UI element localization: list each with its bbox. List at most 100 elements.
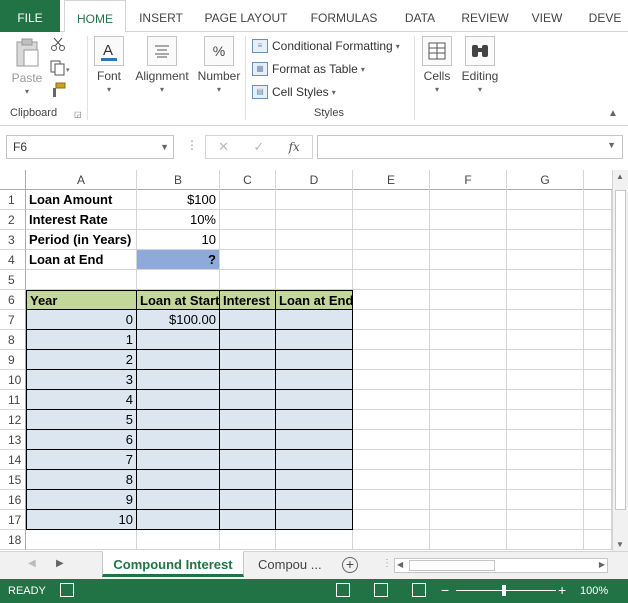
cell-g18[interactable] <box>507 530 584 550</box>
cell-a17[interactable]: 10 <box>26 510 137 530</box>
tab-insert[interactable]: INSERT <box>130 0 192 32</box>
cell-e7[interactable] <box>353 310 430 330</box>
dialog-launcher-icon[interactable]: ◲ <box>74 110 82 119</box>
cell-g2[interactable] <box>507 210 584 230</box>
column-header-g[interactable]: G <box>507 170 584 190</box>
font-button[interactable]: A Font ▾ <box>92 36 126 94</box>
zoom-out-icon[interactable]: − <box>441 582 449 598</box>
row-header-15[interactable]: 15 <box>0 470 26 490</box>
name-box[interactable]: F6 ▼ <box>6 135 174 159</box>
cell-c9[interactable] <box>220 350 276 370</box>
select-all-corner[interactable] <box>0 170 26 190</box>
row-header-13[interactable]: 13 <box>0 430 26 450</box>
cell-e11[interactable] <box>353 390 430 410</box>
cell-b18[interactable] <box>137 530 220 550</box>
cell-a16[interactable]: 9 <box>26 490 137 510</box>
cell-b8[interactable] <box>137 330 220 350</box>
cell-h5[interactable] <box>584 270 612 290</box>
cell-d6[interactable]: Loan at End <box>276 290 353 310</box>
cell-a4[interactable]: Loan at End <box>26 250 137 270</box>
row-header-2[interactable]: 2 <box>0 210 26 230</box>
cell-g15[interactable] <box>507 470 584 490</box>
zoom-level[interactable]: 100% <box>580 585 608 597</box>
cell-h13[interactable] <box>584 430 612 450</box>
cell-e2[interactable] <box>353 210 430 230</box>
zoom-in-icon[interactable]: + <box>558 582 566 598</box>
cell-h18[interactable] <box>584 530 612 550</box>
tab-formulas[interactable]: FORMULAS <box>304 0 384 32</box>
add-sheet-icon[interactable]: + <box>342 557 358 573</box>
chevron-down-icon[interactable]: ▼ <box>160 136 169 158</box>
alignment-button[interactable]: Alignment ▾ <box>132 36 192 94</box>
cell-d10[interactable] <box>276 370 353 390</box>
cell-e15[interactable] <box>353 470 430 490</box>
cell-c12[interactable] <box>220 410 276 430</box>
scroll-thumb[interactable] <box>615 190 626 510</box>
cell-h17[interactable] <box>584 510 612 530</box>
tab-file[interactable]: FILE <box>0 0 60 32</box>
cell-f5[interactable] <box>430 270 507 290</box>
cell-c11[interactable] <box>220 390 276 410</box>
cell-f7[interactable] <box>430 310 507 330</box>
tab-developer[interactable]: DEVE <box>582 0 628 32</box>
cell-g7[interactable] <box>507 310 584 330</box>
cell-g6[interactable] <box>507 290 584 310</box>
cell-h15[interactable] <box>584 470 612 490</box>
column-header-h[interactable] <box>584 170 612 190</box>
row-header-8[interactable]: 8 <box>0 330 26 350</box>
column-header-d[interactable]: D <box>276 170 353 190</box>
cell-e17[interactable] <box>353 510 430 530</box>
cell-b11[interactable] <box>137 390 220 410</box>
formula-input[interactable]: ▼ <box>317 135 623 159</box>
cell-c10[interactable] <box>220 370 276 390</box>
cell-a9[interactable]: 2 <box>26 350 137 370</box>
cell-g8[interactable] <box>507 330 584 350</box>
row-header-17[interactable]: 17 <box>0 510 26 530</box>
sheet-tab-2[interactable]: Compou ... <box>258 552 322 578</box>
column-header-f[interactable]: F <box>430 170 507 190</box>
cell-h11[interactable] <box>584 390 612 410</box>
cell-g14[interactable] <box>507 450 584 470</box>
cell-h12[interactable] <box>584 410 612 430</box>
row-header-16[interactable]: 16 <box>0 490 26 510</box>
cell-g12[interactable] <box>507 410 584 430</box>
copy-icon[interactable]: ▾ <box>50 60 72 79</box>
cell-h2[interactable] <box>584 210 612 230</box>
cell-d11[interactable] <box>276 390 353 410</box>
cell-c13[interactable] <box>220 430 276 450</box>
cell-d3[interactable] <box>276 230 353 250</box>
cell-d14[interactable] <box>276 450 353 470</box>
cell-f17[interactable] <box>430 510 507 530</box>
cell-f15[interactable] <box>430 470 507 490</box>
cell-c7[interactable] <box>220 310 276 330</box>
cell-c15[interactable] <box>220 470 276 490</box>
cell-e8[interactable] <box>353 330 430 350</box>
cell-f6[interactable] <box>430 290 507 310</box>
cancel-icon[interactable]: ✕ <box>218 139 229 155</box>
tab-page-layout[interactable]: PAGE LAYOUT <box>198 0 294 32</box>
formula-bar-grip-icon[interactable]: ⋮ <box>186 138 198 152</box>
cell-d1[interactable] <box>276 190 353 210</box>
cell-styles-button[interactable]: ▤ Cell Styles ▾ <box>252 82 336 102</box>
cell-e12[interactable] <box>353 410 430 430</box>
cell-c3[interactable] <box>220 230 276 250</box>
row-header-10[interactable]: 10 <box>0 370 26 390</box>
cell-f14[interactable] <box>430 450 507 470</box>
cell-f4[interactable] <box>430 250 507 270</box>
cell-b17[interactable] <box>137 510 220 530</box>
column-header-c[interactable]: C <box>220 170 276 190</box>
cell-g5[interactable] <box>507 270 584 290</box>
normal-view-icon[interactable] <box>336 583 350 597</box>
cell-h4[interactable] <box>584 250 612 270</box>
cell-b9[interactable] <box>137 350 220 370</box>
cell-b16[interactable] <box>137 490 220 510</box>
cell-d12[interactable] <box>276 410 353 430</box>
enter-icon[interactable]: ✓ <box>253 139 264 155</box>
cell-c1[interactable] <box>220 190 276 210</box>
format-as-table-button[interactable]: ▦ Format as Table ▾ <box>252 59 365 79</box>
cell-b14[interactable] <box>137 450 220 470</box>
horizontal-scrollbar[interactable]: ◀ ▶ <box>394 558 608 573</box>
cell-d7[interactable] <box>276 310 353 330</box>
cell-d8[interactable] <box>276 330 353 350</box>
cell-h6[interactable] <box>584 290 612 310</box>
